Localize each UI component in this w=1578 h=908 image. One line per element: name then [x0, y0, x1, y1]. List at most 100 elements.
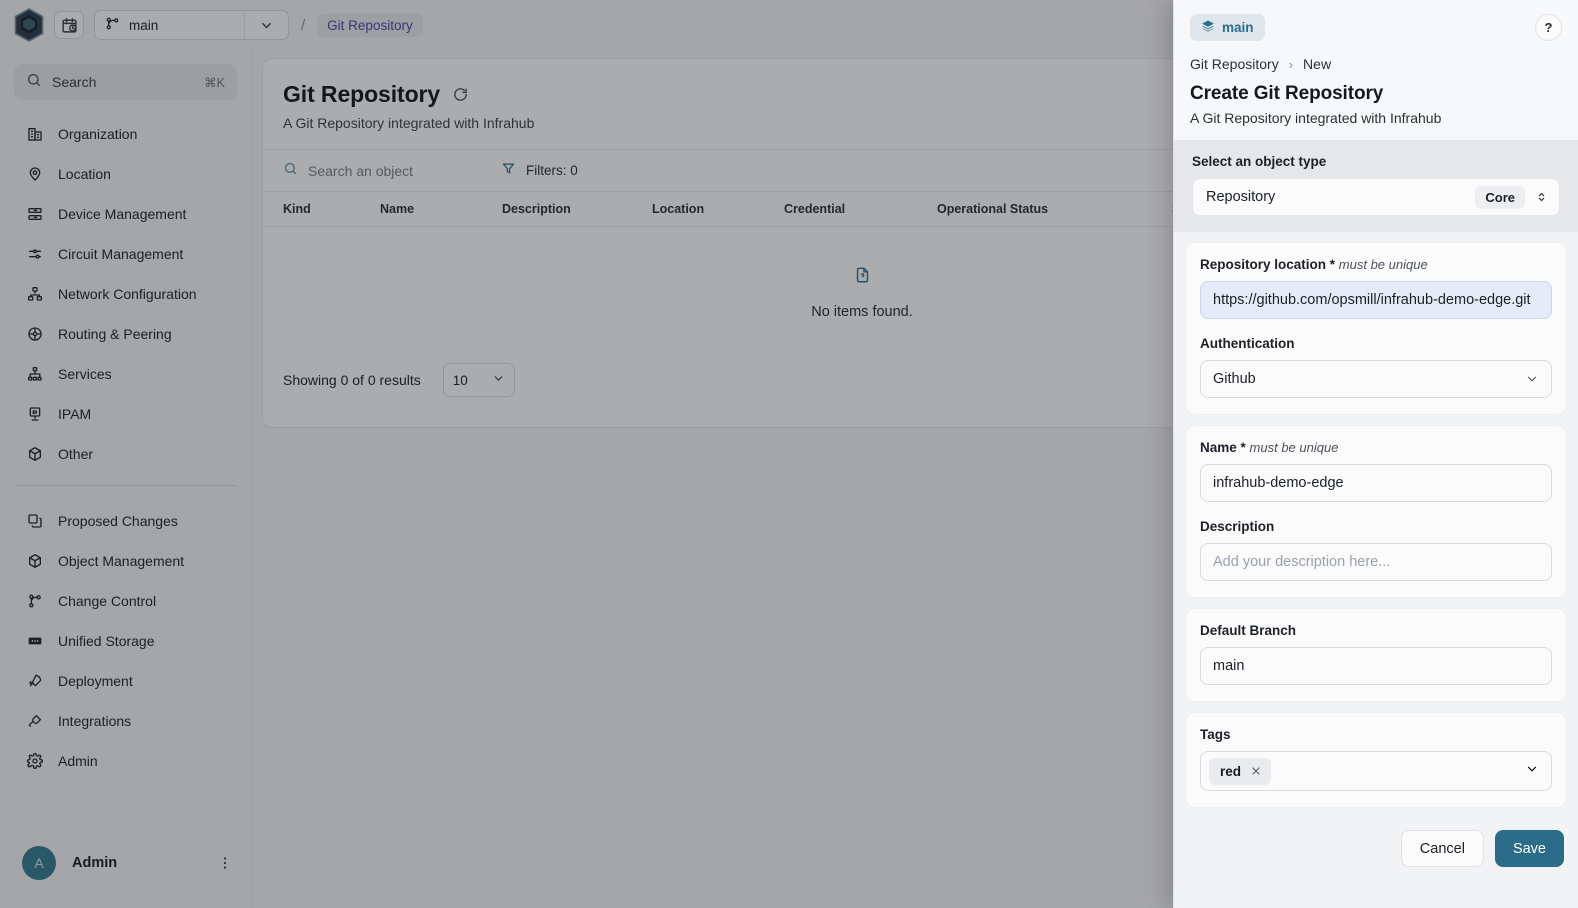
tags-select[interactable]: red: [1200, 751, 1552, 791]
infrahub-hex-logo-icon[interactable]: [14, 8, 44, 42]
plug-icon: [26, 712, 44, 730]
chevron-up-down-icon: [1535, 189, 1551, 205]
save-button[interactable]: Save: [1495, 830, 1564, 867]
page-title: Git Repository: [283, 81, 440, 108]
object-type-namespace-badge: Core: [1475, 186, 1525, 209]
column-header-description[interactable]: Description: [502, 202, 652, 216]
sidebar-item-label: Network Configuration: [58, 286, 197, 302]
vertical-dots-icon[interactable]: [217, 855, 233, 871]
routing-globe-icon: [26, 325, 44, 343]
sidebar-spacer: [0, 781, 251, 832]
column-header-location[interactable]: Location: [652, 202, 784, 216]
sidebar-item-network-configuration[interactable]: Network Configuration: [0, 274, 251, 314]
sidebar-item-object-management[interactable]: Object Management: [0, 541, 251, 581]
default-branch-input[interactable]: main: [1200, 647, 1552, 685]
sidebar-user-row[interactable]: A Admin: [0, 832, 251, 894]
sidebar-item-admin[interactable]: Admin: [0, 741, 251, 781]
sitemap-icon: [26, 365, 44, 383]
cancel-button[interactable]: Cancel: [1401, 830, 1484, 867]
column-header-credential[interactable]: Credential: [784, 202, 937, 216]
breadcrumb-root-link[interactable]: Git Repository: [1190, 56, 1279, 72]
description-input[interactable]: Add your description here...: [1200, 543, 1552, 581]
sidebar-item-label: Admin: [58, 753, 98, 769]
column-header-name[interactable]: Name: [380, 202, 502, 216]
sidebar-item-label: Unified Storage: [58, 633, 155, 649]
object-type-value: Repository: [1206, 189, 1465, 205]
panel-title: Create Git Repository: [1190, 83, 1562, 105]
avatar-initial: A: [34, 855, 43, 871]
close-icon[interactable]: [1250, 765, 1262, 777]
branch-selector-value-wrap[interactable]: main: [95, 11, 244, 39]
sidebar-item-routing-peering[interactable]: Routing & Peering: [0, 314, 251, 354]
name-hint: must be unique: [1250, 440, 1339, 455]
calendar-clock-icon[interactable]: [54, 11, 84, 39]
authentication-value: Github: [1213, 371, 1256, 387]
sidebar-item-label: Services: [58, 366, 112, 382]
gear-icon: [26, 752, 44, 770]
search-icon: [26, 72, 42, 93]
git-branch-icon: [105, 16, 120, 34]
help-button[interactable]: ?: [1535, 14, 1562, 41]
sidebar-item-label: Object Management: [58, 553, 184, 569]
object-search-placeholder: Search an object: [308, 163, 413, 179]
panel-branch-badge[interactable]: main: [1190, 14, 1265, 41]
tag-chip-label: red: [1220, 764, 1241, 779]
page-size-select[interactable]: 10: [443, 363, 515, 397]
tags-label: Tags: [1200, 727, 1552, 742]
sidebar-item-proposed-changes[interactable]: Proposed Changes: [0, 501, 251, 541]
search-icon: [283, 161, 298, 181]
sidebar-item-integrations[interactable]: Integrations: [0, 701, 251, 741]
search-input[interactable]: Search ⌘K: [14, 64, 237, 100]
sidebar-item-deployment[interactable]: Deployment: [0, 661, 251, 701]
sidebar-item-circuit-management[interactable]: Circuit Management: [0, 234, 251, 274]
object-type-select[interactable]: Repository Core: [1192, 178, 1560, 216]
sidebar-nav-secondary: Proposed Changes Object Management Chang…: [0, 497, 251, 781]
breadcrumb-current: New: [1303, 56, 1331, 72]
user-name: Admin: [72, 855, 201, 871]
box-icon: [26, 445, 44, 463]
breadcrumb-chip-git-repository[interactable]: Git Repository: [317, 14, 423, 37]
sidebar: Search ⌘K Organization Location Device M…: [0, 50, 252, 908]
results-count: Showing 0 of 0 results: [283, 372, 421, 388]
name-input[interactable]: infrahub-demo-edge: [1200, 464, 1552, 502]
filters-button[interactable]: Filters: 0: [501, 161, 578, 181]
repository-location-card: Repository location * must be unique htt…: [1185, 242, 1567, 415]
sidebar-item-other[interactable]: Other: [0, 434, 251, 474]
object-search-input[interactable]: Search an object: [283, 161, 483, 181]
ipam-icon: [26, 405, 44, 423]
filters-label: Filters: 0: [526, 163, 578, 178]
sidebar-item-label: Organization: [58, 126, 137, 142]
panel-breadcrumb: Git Repository › New: [1190, 56, 1562, 72]
authentication-select[interactable]: Github: [1200, 360, 1552, 398]
create-git-repository-panel: main ? Git Repository › New Create Git R…: [1173, 0, 1578, 908]
branch-selector[interactable]: main: [94, 10, 289, 40]
sidebar-item-change-control[interactable]: Change Control: [0, 581, 251, 621]
sidebar-item-device-management[interactable]: Device Management: [0, 194, 251, 234]
repository-location-input[interactable]: https://github.com/opsmill/infrahub-demo…: [1200, 281, 1552, 319]
chevron-down-icon[interactable]: [1525, 762, 1539, 781]
chevron-right-icon: ›: [1289, 57, 1293, 72]
sidebar-item-ipam[interactable]: IPAM: [0, 394, 251, 434]
chevron-down-icon[interactable]: [244, 11, 288, 39]
tag-chip-red[interactable]: red: [1209, 758, 1271, 785]
panel-header-top-row: main ?: [1190, 14, 1562, 41]
column-header-kind[interactable]: Kind: [283, 202, 380, 216]
page-size-value: 10: [453, 373, 468, 388]
avatar: A: [22, 846, 56, 880]
refresh-icon[interactable]: [452, 86, 469, 103]
sidebar-item-unified-storage[interactable]: Unified Storage: [0, 621, 251, 661]
git-branch-icon: [26, 592, 44, 610]
sidebar-item-services[interactable]: Services: [0, 354, 251, 394]
name-label: Name * must be unique: [1200, 440, 1552, 455]
map-pin-icon: [26, 165, 44, 183]
sidebar-item-organization[interactable]: Organization: [0, 114, 251, 154]
column-header-operational-status[interactable]: Operational Status: [937, 202, 1172, 216]
sidebar-item-label: Proposed Changes: [58, 513, 178, 529]
name-label-text: Name *: [1200, 440, 1246, 455]
sidebar-item-label: Other: [58, 446, 93, 462]
repository-location-hint: must be unique: [1339, 257, 1428, 272]
file-question-icon: [854, 265, 871, 290]
name-description-card: Name * must be unique infrahub-demo-edge…: [1185, 425, 1567, 598]
sidebar-divider: [14, 485, 237, 486]
sidebar-item-location[interactable]: Location: [0, 154, 251, 194]
